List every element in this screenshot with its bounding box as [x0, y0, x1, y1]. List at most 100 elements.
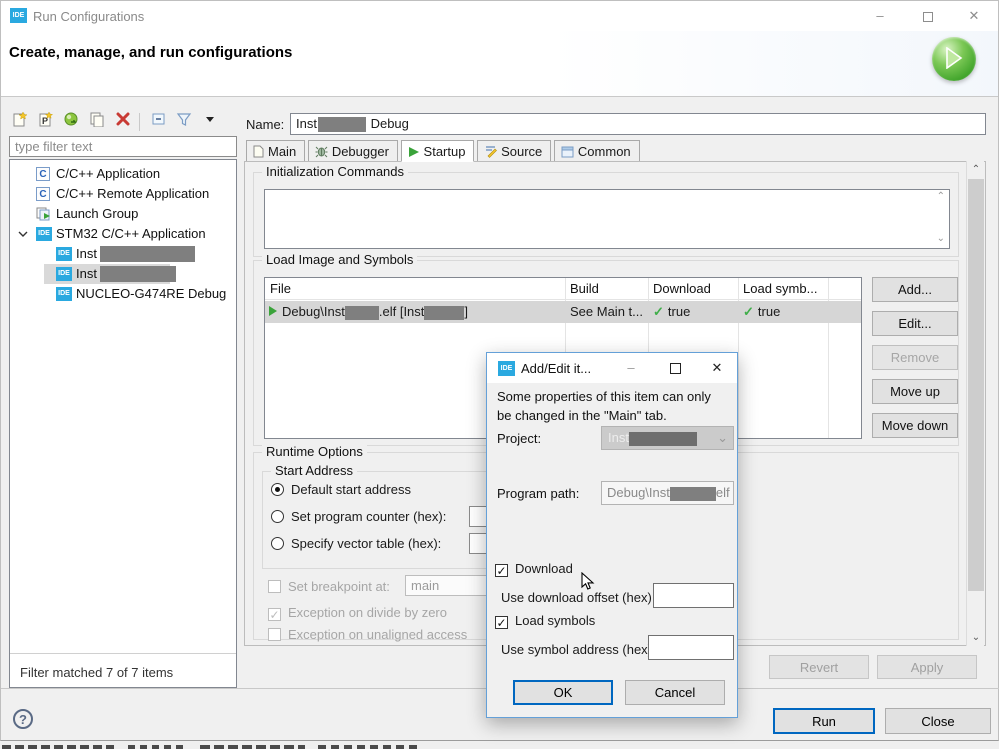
tab-common[interactable]: Common [553, 140, 640, 162]
filter-icon[interactable] [173, 111, 195, 133]
radio-icon [271, 537, 284, 550]
help-button[interactable]: ? [13, 709, 33, 729]
minimize-button[interactable]: – [858, 1, 902, 31]
checkbox-set-breakpoint[interactable]: Set breakpoint at: [268, 575, 491, 596]
move-down-button[interactable]: Move down [872, 413, 958, 438]
tab-debugger[interactable]: Debugger [307, 140, 398, 162]
stm32-ide-icon: IDE [56, 287, 72, 301]
move-up-button[interactable]: Move up [872, 379, 958, 404]
radio-label: Set program counter (hex): [291, 509, 447, 524]
scrollbar-thumb[interactable] [968, 179, 984, 591]
tree-item-label: STM32 C/C++ Application [56, 226, 206, 241]
checkbox-label: Exception on unaligned access [288, 627, 468, 642]
tab-source[interactable]: Source [477, 140, 552, 162]
scroll-down-icon[interactable]: ⌄ [967, 629, 985, 646]
cancel-button[interactable]: Cancel [625, 680, 725, 705]
table-header-row[interactable]: File Build Download Load symb... [265, 278, 861, 300]
file-cell: Debug\Inst .elf [Inst] [269, 301, 563, 323]
table-row[interactable]: Debug\Inst .elf [Inst] See Main t... ✓ tru… [265, 301, 861, 323]
name-value-suffix: Debug [366, 116, 409, 131]
checkbox-load-symbols[interactable]: ✓ Load symbols [495, 613, 595, 629]
checkbox-exception-unaligned[interactable]: Exception on unaligned access [268, 627, 467, 642]
project-dropdown[interactable]: Inst ⌄ [601, 426, 734, 450]
remove-button[interactable]: Remove [872, 345, 958, 370]
project-label: Project: [497, 431, 542, 446]
tree-item-label: C/C++ Remote Application [56, 186, 210, 201]
column-header-load-symbols[interactable]: Load symb... [738, 278, 817, 300]
scroll-up-icon[interactable]: ⌃ [967, 161, 985, 178]
edit-button[interactable]: Edit... [872, 311, 958, 336]
close-button[interactable]: Close [885, 708, 991, 734]
checkbox-exception-divide-zero[interactable]: ✓ Exception on divide by zero [268, 605, 447, 621]
filter-input[interactable] [9, 136, 237, 157]
program-path-input[interactable]: Debug\Inst elf [601, 481, 734, 505]
checkbox-download[interactable]: ✓ Download [495, 561, 573, 577]
initialization-commands-group: Initialization Commands ⌃ ⌄ [253, 164, 959, 257]
radio-icon [271, 510, 284, 523]
tree-item-nucleo-debug[interactable]: IDE NUCLEO-G474RE Debug [10, 284, 236, 304]
symbol-address-input[interactable] [648, 635, 734, 660]
scroll-down-icon[interactable]: ⌄ [937, 233, 945, 244]
common-icon [561, 146, 574, 158]
close-window-button[interactable]: ✕ [952, 1, 996, 31]
revert-button[interactable]: Revert [769, 655, 869, 679]
play-icon [408, 147, 419, 157]
tree-item-stm32-application[interactable]: IDE STM32 C/C++ Application [10, 224, 236, 244]
checkbox-icon: ✓ [268, 608, 281, 622]
menu-caret-icon[interactable] [199, 111, 221, 133]
collapse-all-icon[interactable] [148, 111, 170, 133]
tree-item-launch-group[interactable]: Launch Group [10, 204, 236, 224]
apply-button[interactable]: Apply [877, 655, 977, 679]
column-header-build[interactable]: Build [565, 278, 599, 300]
tree-item-cpp-application[interactable]: C C/C++ Application [10, 164, 236, 184]
configurations-tree-panel: C C/C++ Application C C/C++ Remote Appli… [9, 159, 237, 688]
tree-item-label: Launch Group [56, 206, 139, 221]
build-cell: See Main t... [570, 304, 643, 319]
redaction [344, 305, 379, 320]
redaction [669, 486, 716, 501]
run-configurations-icon [932, 37, 976, 81]
tree-item-cpp-remote-application[interactable]: C C/C++ Remote Application [10, 184, 236, 204]
maximize-button[interactable] [906, 1, 950, 31]
load-symbols-value: true [757, 304, 781, 319]
tree-item-config-1[interactable]: IDE Inst [10, 244, 236, 264]
delete-icon[interactable] [112, 111, 134, 133]
play-icon [269, 306, 277, 316]
export-icon[interactable] [60, 111, 82, 133]
checkbox-label: Set breakpoint at: [288, 579, 390, 594]
tab-main[interactable]: Main [246, 140, 306, 162]
content-scrollbar[interactable]: ⌃ ⌄ [966, 161, 984, 646]
dialog-maximize-button[interactable] [657, 353, 693, 383]
tab-startup[interactable]: Startup [400, 140, 475, 162]
new-configuration-icon[interactable] [9, 111, 31, 133]
ok-button[interactable]: OK [513, 680, 613, 705]
window-title: Run Configurations [33, 9, 145, 24]
tree-item-config-2-selected[interactable]: IDE Inst [10, 264, 236, 284]
download-offset-label: Use download offset (hex) [501, 590, 652, 605]
tab-label: Common [577, 144, 631, 159]
dialog-close-button[interactable]: ✕ [699, 353, 735, 383]
name-input[interactable]: Inst Debug [290, 113, 986, 135]
config-tabbar: Main Debugger Startup Source Common [246, 140, 640, 162]
initialization-commands-textarea[interactable] [264, 189, 950, 249]
download-offset-input[interactable] [653, 583, 734, 608]
radio-icon [271, 483, 284, 496]
page-title: Create, manage, and run configurations [9, 44, 293, 61]
column-header-file[interactable]: File [265, 278, 291, 300]
new-prototype-icon[interactable]: P [35, 111, 57, 133]
radio-specify-vector-table[interactable]: Specify vector table (hex): [271, 533, 589, 554]
group-title: Runtime Options [262, 444, 367, 459]
clipped-text-fragment [2, 745, 114, 749]
add-button[interactable]: Add... [872, 277, 958, 302]
radio-set-program-counter[interactable]: Set program counter (hex): [271, 506, 589, 527]
breakpoint-input[interactable] [405, 575, 491, 596]
column-header-download[interactable]: Download [648, 278, 711, 300]
c-application-icon: C [36, 167, 50, 181]
duplicate-icon[interactable] [86, 111, 108, 133]
radio-label: Specify vector table (hex): [291, 536, 442, 551]
scroll-up-icon[interactable]: ⌃ [937, 191, 945, 202]
file-text: Debug\Inst [282, 304, 345, 319]
run-button[interactable]: Run [773, 708, 875, 734]
dialog-minimize-button[interactable]: – [613, 353, 649, 383]
radio-default-start-address[interactable]: Default start address [271, 482, 411, 497]
